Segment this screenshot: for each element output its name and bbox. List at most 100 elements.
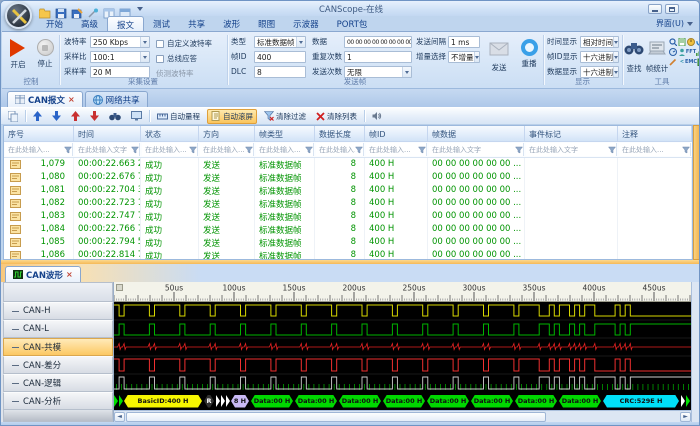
channel-item-CAN-L[interactable]: CAN-L: [3, 320, 113, 338]
scroll-right-icon[interactable]: ►: [680, 412, 691, 422]
bus-ack-option[interactable]: 总线应答: [156, 53, 197, 64]
column-header[interactable]: 状态: [141, 126, 199, 141]
time-display-select[interactable]: 相对时间: [580, 36, 619, 48]
find-button[interactable]: 查找: [623, 36, 645, 74]
scroll-left-icon[interactable]: ◄: [114, 412, 125, 422]
custom-baud-option[interactable]: 自定义波特率: [156, 38, 212, 49]
monitor-button[interactable]: [128, 110, 145, 122]
filter-cell[interactable]: 在此处输入...: [5, 143, 73, 156]
goto-next-frame-button[interactable]: [49, 110, 64, 122]
baud-select[interactable]: 250 Kbps: [90, 36, 150, 48]
replay-button[interactable]: 重播: [515, 36, 543, 69]
v-scrollbar[interactable]: [691, 282, 699, 422]
clear-list-button[interactable]: 清除列表: [313, 110, 360, 123]
data-input[interactable]: 00 00 00 00 00 00 00 00: [344, 36, 412, 48]
channel-item-CAN-差分[interactable]: CAN-差分: [3, 356, 113, 374]
bus-ack-checkbox[interactable]: [156, 55, 164, 63]
column-header[interactable]: 数据长度: [315, 126, 365, 141]
sound-button[interactable]: [369, 110, 385, 122]
clock-tool-icon[interactable]: [669, 47, 677, 56]
frame-stats-button[interactable]: 帧统计: [645, 36, 669, 74]
battery-tool-icon[interactable]: [696, 57, 700, 66]
emc-tool-icon[interactable]: EMC: [687, 57, 695, 66]
ribbon-tab-共享[interactable]: 共享: [179, 16, 214, 31]
filter-cell[interactable]: 在此处输入...: [200, 143, 254, 156]
table-row[interactable]: 1,08500:00:22.794 542成功发送标准数据帧8400 H00 0…: [4, 236, 692, 249]
ribbon-tab-测试[interactable]: 测试: [144, 16, 179, 31]
filter-cell[interactable]: 在此处输入文字: [429, 143, 524, 156]
interface-menu[interactable]: 界面(U): [656, 18, 693, 29]
channel-item-CAN-逻辑[interactable]: CAN-逻辑: [3, 374, 113, 392]
table-row[interactable]: 1,08100:00:22.704 392成功发送标准数据帧8400 H00 0…: [4, 184, 692, 197]
close-icon[interactable]: ×: [66, 270, 73, 279]
ribbon-tab-示波器[interactable]: 示波器: [284, 16, 328, 31]
zoom-tool-icon[interactable]: [669, 37, 677, 46]
channel-item-CAN-分析[interactable]: CAN-分析: [3, 392, 113, 410]
column-header[interactable]: 序号: [4, 126, 74, 141]
column-header[interactable]: 时间: [74, 126, 141, 141]
column-header[interactable]: 方向: [199, 126, 255, 141]
ribbon-tab-报文[interactable]: 报文: [107, 16, 144, 31]
custom-baud-checkbox[interactable]: [156, 40, 164, 48]
table-row[interactable]: 1,07900:00:22.663 268成功发送标准数据帧8400 H00 0…: [4, 158, 692, 171]
channel-item-CAN-H[interactable]: CAN-H: [3, 302, 113, 320]
filter-cell[interactable]: 在此处输入文字: [526, 143, 617, 156]
h-scrollbar-thumb[interactable]: [126, 412, 546, 422]
start-button[interactable]: 开启: [4, 36, 32, 70]
table-row[interactable]: 1,08300:00:22.747 770成功发送标准数据帧8400 H00 0…: [4, 210, 692, 223]
table-row[interactable]: 1,08600:00:22.814 764成功发送标准数据帧8400 H00 0…: [4, 249, 692, 260]
filter-cell[interactable]: 在此处输入...: [366, 143, 427, 156]
table-row[interactable]: 1,08000:00:22.676 772成功发送标准数据帧8400 H00 0…: [4, 171, 692, 184]
goto-next-error-button[interactable]: [87, 110, 102, 122]
find-frame-button[interactable]: [106, 110, 124, 122]
doc-tab-can-messages[interactable]: CAN报文 ×: [7, 91, 83, 107]
minimize-button[interactable]: [648, 4, 662, 14]
maximize-button[interactable]: [665, 4, 679, 14]
auto-range-button[interactable]: 自动量程: [154, 110, 203, 123]
stop-button[interactable]: 停止: [31, 36, 59, 69]
export-report-icon[interactable]: [678, 37, 686, 46]
doc-tab-network-share[interactable]: 网络共享: [85, 91, 148, 107]
send-button[interactable]: 发送: [485, 36, 513, 73]
increment-select[interactable]: 不增量: [448, 51, 480, 63]
ribbon-tab-眼图[interactable]: 眼图: [249, 16, 284, 31]
column-header[interactable]: 帧ID: [365, 126, 428, 141]
signal-bars-icon[interactable]: [696, 47, 700, 56]
interval-input[interactable]: 1 ms: [448, 36, 480, 48]
ribbon-tab-PORT包[interactable]: PORT包: [328, 16, 377, 31]
repeat-input[interactable]: 1: [344, 51, 412, 63]
pencil-tool-icon[interactable]: [669, 57, 677, 66]
table-row[interactable]: 1,08400:00:22.766 765成功发送标准数据帧8400 H00 0…: [4, 223, 692, 236]
copy-button[interactable]: [5, 110, 21, 123]
auto-scroll-button[interactable]: 自动滚屏: [207, 109, 257, 124]
ribbon-tab-高级[interactable]: 高级: [72, 16, 107, 31]
filter-cell[interactable]: 在此处输入...: [316, 143, 364, 156]
goto-prev-error-button[interactable]: [68, 110, 83, 122]
fft-tool-icon[interactable]: FFT: [687, 47, 695, 56]
column-header[interactable]: 注释: [618, 126, 692, 141]
clear-filter-button[interactable]: 清除过滤: [261, 110, 309, 123]
ratio-select[interactable]: 100:1: [90, 51, 150, 63]
timer-tool-icon[interactable]: [687, 37, 695, 46]
filter-cell[interactable]: 在此处输入...: [142, 143, 198, 156]
close-icon[interactable]: ×: [68, 95, 75, 104]
filter-cell[interactable]: 在此处输入...: [256, 143, 314, 156]
column-header[interactable]: 帧数据: [428, 126, 525, 141]
refresh-tool-icon[interactable]: [696, 37, 700, 46]
table-row[interactable]: 1,08200:00:22.723 139成功发送标准数据帧8400 H00 0…: [4, 197, 692, 210]
column-header[interactable]: 帧类型: [255, 126, 315, 141]
channel-item-CAN-共模[interactable]: CAN-共模: [3, 338, 113, 356]
frame-type-select[interactable]: 标准数据帧: [254, 36, 306, 48]
filter-cell[interactable]: 在此处输入...: [619, 143, 691, 156]
goto-first-frame-button[interactable]: [30, 110, 45, 122]
h-scrollbar[interactable]: ◄ ►: [114, 410, 691, 422]
filter-cell[interactable]: 在此处输入文字: [75, 143, 140, 156]
frame-id-input[interactable]: 400: [254, 51, 306, 63]
user-tool-icon[interactable]: [678, 47, 686, 56]
id-display-select[interactable]: 十六进制: [580, 51, 619, 63]
ribbon-tab-开始[interactable]: 开始: [37, 16, 72, 31]
app-button[interactable]: [5, 2, 32, 29]
wave-tab-can-waveform[interactable]: CAN波形 ×: [5, 266, 81, 282]
column-header[interactable]: 事件标记: [525, 126, 618, 141]
ribbon-tab-波形[interactable]: 波形: [214, 16, 249, 31]
